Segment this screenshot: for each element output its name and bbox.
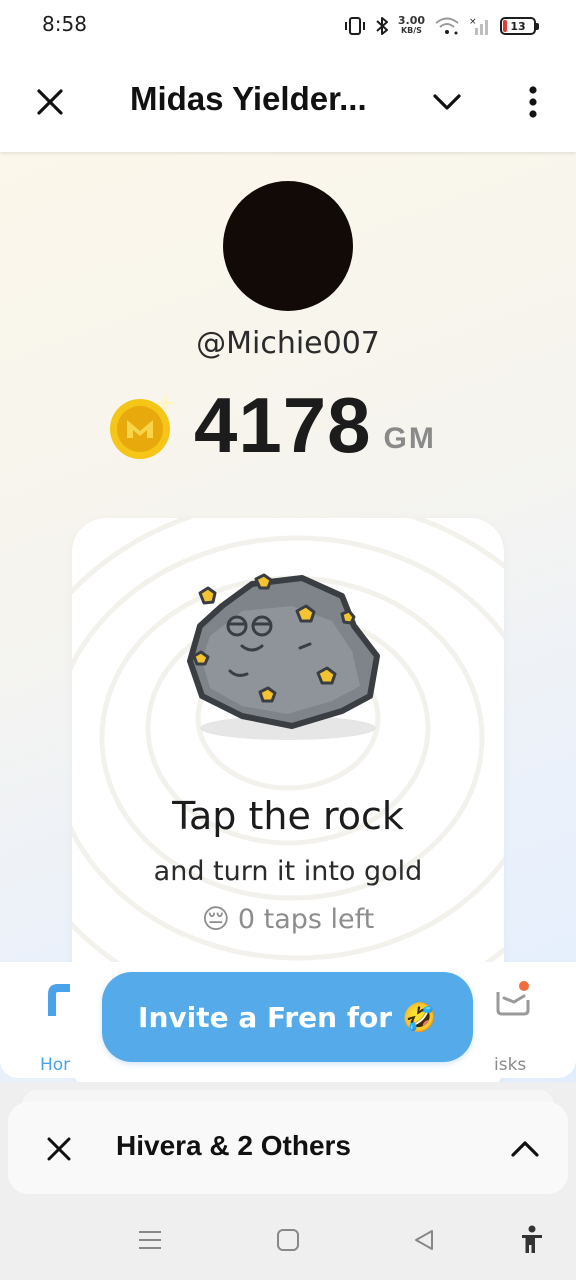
tasks-icon — [496, 981, 530, 1016]
invite-fren-button[interactable]: Invite a Fren for 🤣 — [102, 972, 473, 1062]
battery-icon: 13 — [500, 17, 539, 35]
mini-app-switcher[interactable]: Hivera & 2 Others — [8, 1102, 568, 1194]
chevron-up-icon — [511, 1141, 539, 1157]
avatar[interactable] — [223, 181, 353, 311]
status-icons: 3.00 KB/S × 13 — [344, 12, 539, 40]
pensive-face-icon: 😔 — [201, 904, 230, 935]
rofl-emoji-icon: 🤣 — [402, 1000, 437, 1034]
wifi-icon — [434, 16, 460, 36]
back-triangle-icon — [415, 1230, 433, 1250]
rock-icon[interactable] — [182, 566, 392, 746]
more-menu-button[interactable] — [508, 77, 558, 127]
accessibility-icon — [522, 1225, 542, 1253]
chevron-down-icon — [433, 94, 461, 110]
back-button[interactable] — [406, 1222, 442, 1258]
collapse-button[interactable] — [422, 77, 472, 127]
nav-home-label: Hor — [40, 1055, 71, 1075]
nav-tasks-label: isks — [494, 1055, 527, 1075]
main-content: @Michie007 4178 GM Tap the rock and turn… — [0, 152, 576, 1082]
app-header: Midas Yielder... — [0, 52, 576, 152]
status-bar: 8:58 3.00 KB/S × 13 — [0, 0, 576, 52]
balance-amount: 4178 — [194, 380, 372, 469]
status-time: 8:58 — [42, 12, 87, 36]
username: @Michie007 — [196, 326, 380, 361]
switcher-close-button[interactable] — [34, 1124, 84, 1174]
invite-label: Invite a Fren for — [138, 1000, 393, 1034]
balance-row: 4178 GM — [108, 380, 436, 470]
gold-coin-icon — [110, 393, 176, 459]
close-icon — [37, 89, 63, 115]
switcher-title: Hivera & 2 Others — [116, 1130, 351, 1161]
card-title: Tap the rock — [172, 794, 404, 838]
net-speed-value: 3.00 — [397, 14, 425, 27]
home-icon — [48, 984, 70, 1016]
balance-unit: GM — [383, 422, 436, 455]
svg-text:×: × — [469, 17, 477, 27]
signal-icon: × — [469, 16, 491, 36]
taps-left-row: 😔 0 taps left — [72, 904, 504, 935]
menu-icon — [139, 1231, 161, 1249]
more-vertical-icon — [529, 86, 537, 118]
battery-level: 13 — [510, 19, 526, 33]
close-button[interactable] — [25, 77, 75, 127]
app-title: Midas Yielder... — [130, 80, 367, 117]
switcher-expand-button[interactable] — [500, 1124, 550, 1174]
net-speed: 3.00 KB/S — [397, 14, 425, 36]
nav-item-tasks[interactable]: isks — [480, 980, 550, 1075]
square-icon — [277, 1229, 299, 1251]
vibrate-icon — [344, 16, 366, 36]
net-speed-unit: KB/S — [400, 26, 422, 35]
recent-apps-button[interactable] — [132, 1222, 168, 1258]
close-icon — [47, 1137, 71, 1161]
card-subtitle: and turn it into gold — [153, 856, 423, 887]
taps-left-text: 0 taps left — [237, 904, 375, 935]
home-button[interactable] — [270, 1222, 306, 1258]
nav-item-home[interactable]: Hor — [30, 980, 90, 1075]
system-nav-bar — [0, 1200, 576, 1280]
bluetooth-icon — [375, 16, 389, 36]
accessibility-button[interactable] — [514, 1222, 550, 1258]
